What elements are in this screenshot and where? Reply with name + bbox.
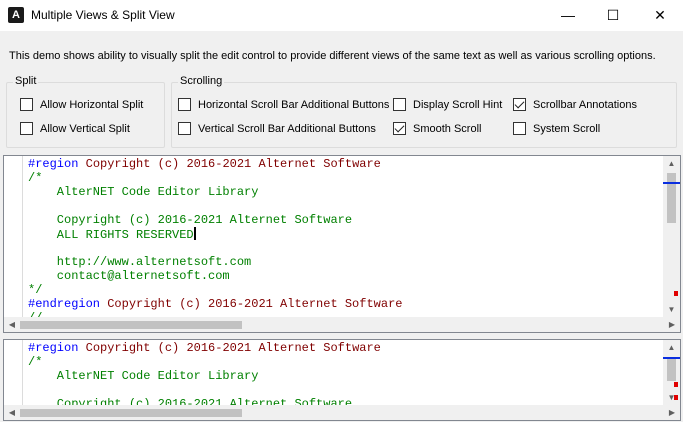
code-line[interactable]: /*: [28, 355, 381, 369]
code-line[interactable]: [28, 241, 402, 255]
split-group: [6, 82, 165, 148]
arrow-left-icon[interactable]: ◀: [6, 317, 18, 332]
checkbox-label: Allow Vertical Split: [40, 122, 130, 135]
allow-vertical-split-checkbox[interactable]: Allow Vertical Split: [20, 122, 130, 135]
arrow-right-icon[interactable]: ▶: [666, 317, 678, 332]
horizontal-scrollbar[interactable]: ◀ ▶: [4, 317, 680, 332]
annotation-marker-red: [674, 291, 678, 296]
text-caret: [193, 227, 196, 240]
scrollbar-thumb[interactable]: [667, 173, 676, 223]
code-line[interactable]: /*: [28, 171, 402, 185]
code-line[interactable]: Copyright (c) 2016-2021 Alternet Softwar…: [28, 213, 402, 227]
scrollbar-thumb[interactable]: [20, 409, 242, 417]
allow-horizontal-split-checkbox[interactable]: Allow Horizontal Split: [20, 98, 143, 111]
checkbox-box-checked: [393, 122, 406, 135]
checkbox-label: Display Scroll Hint: [413, 98, 503, 111]
editor-view-bottom[interactable]: #region Copyright (c) 2016-2021 Alternet…: [3, 339, 681, 421]
annotation-marker-blue: [663, 357, 680, 359]
checkbox-box: [393, 98, 406, 111]
code-line[interactable]: #endregion Copyright (c) 2016-2021 Alter…: [28, 297, 402, 311]
horizontal-scroll-bar-buttons-checkbox[interactable]: Horizontal Scroll Bar Additional Buttons: [178, 98, 389, 111]
scrolling-group-label: Scrolling: [178, 75, 225, 87]
checkbox-box: [178, 122, 191, 135]
split-group-label: Split: [13, 75, 39, 87]
system-scroll-checkbox[interactable]: System Scroll: [513, 122, 600, 135]
code-comment: AlterNET Code Editor Library: [28, 185, 259, 199]
code-line[interactable]: ALL RIGHTS RESERVED: [28, 227, 402, 242]
title-bar: A Multiple Views & Split View — ☐ ✕: [0, 0, 683, 31]
code-keyword: #region: [28, 157, 79, 171]
code-line[interactable]: contact@alternetsoft.com: [28, 269, 402, 283]
annotation-marker-blue: [663, 182, 680, 184]
code-region-name: Copyright (c) 2016-2021 Alternet Softwar…: [100, 297, 403, 311]
arrow-down-icon[interactable]: ▼: [663, 302, 680, 317]
maximize-button[interactable]: ☐: [590, 0, 636, 31]
description-text: This demo shows ability to visually spli…: [9, 50, 656, 62]
code-comment: AlterNET Code Editor Library: [28, 369, 259, 383]
arrow-right-icon[interactable]: ▶: [666, 405, 678, 420]
checkbox-box: [178, 98, 191, 111]
checkbox-box: [20, 122, 33, 135]
arrow-up-icon[interactable]: ▲: [663, 340, 680, 355]
checkbox-box: [20, 98, 33, 111]
scrollbar-thumb[interactable]: [20, 321, 242, 329]
code-comment: Copyright (c) 2016-2021 Alternet Softwar…: [28, 213, 353, 227]
code-region-name: Copyright (c) 2016-2021 Alternet Softwar…: [78, 341, 381, 355]
code-region-name: Copyright (c) 2016-2021 Alternet Softwar…: [78, 157, 381, 171]
code-comment: /*: [28, 355, 43, 369]
code-area[interactable]: #region Copyright (c) 2016-2021 Alternet…: [28, 341, 381, 411]
horizontal-scrollbar[interactable]: ◀ ▶: [4, 405, 680, 420]
minimize-button[interactable]: —: [545, 0, 591, 31]
vertical-scrollbar[interactable]: ▲ ▼: [663, 156, 680, 317]
arrow-up-icon[interactable]: ▲: [663, 156, 680, 171]
code-line[interactable]: [28, 199, 402, 213]
checkbox-label: Smooth Scroll: [413, 122, 482, 135]
display-scroll-hint-checkbox[interactable]: Display Scroll Hint: [393, 98, 502, 111]
smooth-scroll-checkbox[interactable]: Smooth Scroll: [393, 122, 481, 135]
code-comment: /*: [28, 171, 43, 185]
vertical-scroll-bar-buttons-checkbox[interactable]: Vertical Scroll Bar Additional Buttons: [178, 122, 376, 135]
close-button[interactable]: ✕: [637, 0, 683, 31]
code-line[interactable]: #region Copyright (c) 2016-2021 Alternet…: [28, 341, 381, 355]
checkbox-label: System Scroll: [533, 122, 601, 135]
arrow-left-icon[interactable]: ◀: [6, 405, 18, 420]
editor-gutter[interactable]: [4, 156, 23, 317]
scrollbar-annotations-checkbox[interactable]: Scrollbar Annotations: [513, 98, 637, 111]
code-line[interactable]: */: [28, 283, 402, 297]
code-line[interactable]: [28, 383, 381, 397]
checkbox-label: Allow Horizontal Split: [40, 98, 144, 111]
code-keyword: #endregion: [28, 297, 101, 311]
editor-gutter[interactable]: [4, 340, 23, 405]
arrow-down-icon[interactable]: ▼: [663, 390, 680, 405]
code-line[interactable]: AlterNET Code Editor Library: [28, 185, 402, 199]
code-line[interactable]: AlterNET Code Editor Library: [28, 369, 381, 383]
vertical-scrollbar[interactable]: ▲ ▼: [663, 340, 680, 405]
code-area[interactable]: #region Copyright (c) 2016-2021 Alternet…: [28, 157, 402, 325]
code-comment: contact@alternetsoft.com: [28, 269, 230, 283]
window-title: Multiple Views & Split View: [31, 8, 175, 22]
code-comment: ALL RIGHTS RESERVED: [28, 228, 194, 242]
code-line[interactable]: #region Copyright (c) 2016-2021 Alternet…: [28, 157, 402, 171]
code-line[interactable]: http://www.alternetsoft.com: [28, 255, 402, 269]
code-comment: */: [28, 283, 43, 297]
checkbox-label: Horizontal Scroll Bar Additional Buttons: [198, 98, 390, 111]
checkbox-box-checked: [513, 98, 526, 111]
alternet-logo-icon: A: [8, 7, 24, 23]
checkbox-label: Vertical Scroll Bar Additional Buttons: [198, 122, 376, 135]
code-comment: http://www.alternetsoft.com: [28, 255, 252, 269]
annotation-marker-red: [674, 382, 678, 387]
editor-view-top[interactable]: #region Copyright (c) 2016-2021 Alternet…: [3, 155, 681, 333]
scrolling-group: [171, 82, 677, 148]
checkbox-label: Scrollbar Annotations: [533, 98, 637, 111]
scrollbar-thumb[interactable]: [667, 357, 676, 381]
checkbox-box: [513, 122, 526, 135]
code-keyword: #region: [28, 341, 79, 355]
